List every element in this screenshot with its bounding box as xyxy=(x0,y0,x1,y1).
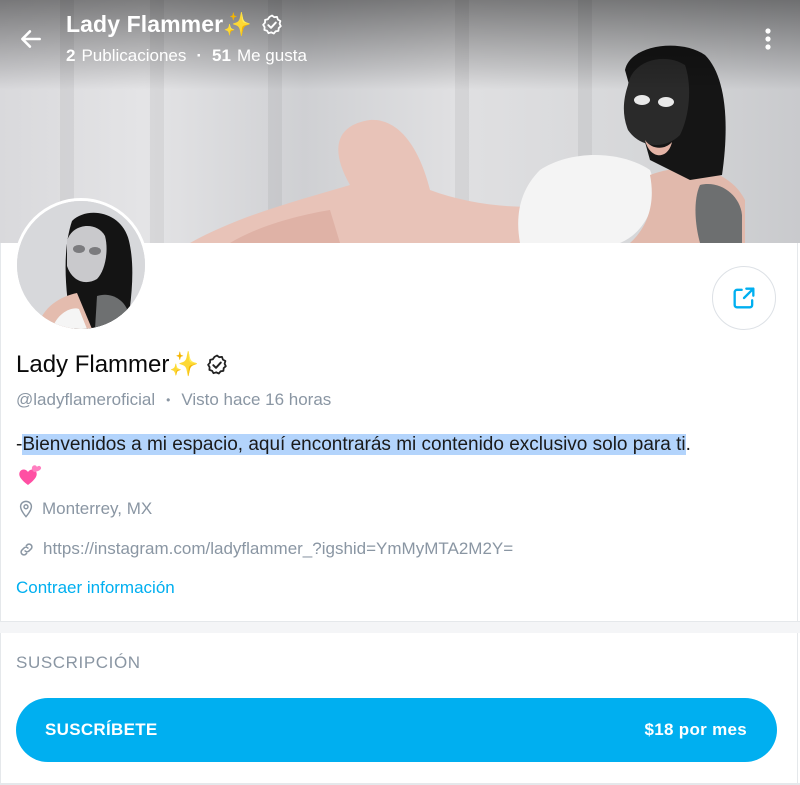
posts-label: Publicaciones xyxy=(81,46,187,65)
subscribe-button[interactable]: SUSCRÍBETE $18 por mes xyxy=(16,698,777,762)
last-seen-status: Visto hace 16 horas xyxy=(181,390,332,409)
share-icon xyxy=(733,287,755,309)
bio-selected-text: Bienvenidos a mi espacio, aquí encontrar… xyxy=(22,434,686,455)
avatar-photo xyxy=(17,201,145,329)
profile-link-url[interactable]: https://instagram.com/ladyflammer_?igshi… xyxy=(43,539,513,559)
bio-text: -Bienvenidos a mi espacio, aquí encontra… xyxy=(16,429,786,491)
back-button[interactable] xyxy=(14,22,48,56)
profile-name: Lady Flammer✨ xyxy=(16,350,229,379)
avatar[interactable] xyxy=(14,198,148,332)
handle-separator: • xyxy=(166,393,171,407)
verified-badge-icon xyxy=(207,354,227,374)
handle-line: @ladyflameroficial • Visto hace 16 horas xyxy=(16,390,331,410)
likes-count: 51 xyxy=(212,46,231,65)
subscription-section-title: SUSCRIPCIÓN xyxy=(16,653,141,672)
header-stats: 2 Publicaciones · 51 Me gusta xyxy=(66,46,307,66)
link-icon xyxy=(20,542,33,556)
header-title: Lady Flammer✨ xyxy=(66,11,284,38)
sparkle-emoji: ✨ xyxy=(223,11,252,37)
sparkle-emoji: ✨ xyxy=(169,351,200,378)
section-divider xyxy=(0,621,800,633)
top-bar: Lady Flammer✨ 2 Publicaciones · 51 Me gu… xyxy=(0,0,800,80)
username-handle: @ladyflameroficial xyxy=(16,390,156,409)
header-name: Lady Flammer✨ xyxy=(66,11,252,38)
card-border xyxy=(797,243,798,785)
location-text: Monterrey, MX xyxy=(42,499,153,518)
location-row: Monterrey, MX xyxy=(18,499,152,519)
profile-link-row[interactable]: https://instagram.com/ladyflammer_?igshi… xyxy=(18,539,513,559)
posts-count: 2 xyxy=(66,46,76,65)
stats-separator: · xyxy=(196,46,203,65)
subscribe-label: SUSCRÍBETE xyxy=(45,720,158,739)
more-vertical-icon xyxy=(765,28,771,50)
header-name-text: Lady Flammer xyxy=(66,11,224,37)
share-button[interactable] xyxy=(712,266,776,330)
subscription-price: $18 por mes xyxy=(644,720,747,739)
arrow-left-icon xyxy=(21,30,41,48)
two-hearts-emoji xyxy=(19,465,42,485)
bio-end: . xyxy=(685,434,691,455)
verified-badge-icon xyxy=(262,14,282,34)
likes-label: Me gusta xyxy=(236,46,307,65)
more-options-button[interactable] xyxy=(756,24,780,54)
collapse-info-link[interactable]: Contraer información xyxy=(16,578,175,598)
card-border xyxy=(0,243,1,785)
profile-name-text: Lady Flammer xyxy=(16,351,170,378)
location-pin-icon xyxy=(19,500,33,518)
